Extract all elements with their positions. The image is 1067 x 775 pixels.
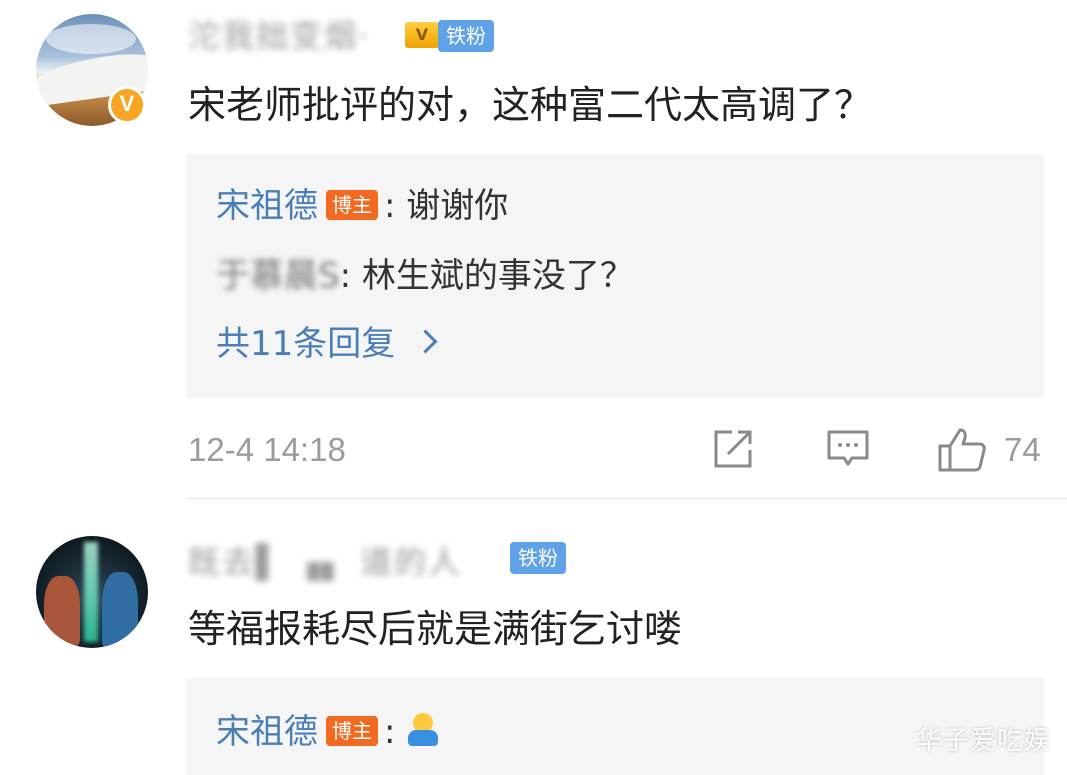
fan-badge[interactable]: 铁粉 [438, 20, 494, 52]
timestamp: 12-4 14:18 [188, 431, 346, 468]
like-button[interactable] [936, 426, 988, 474]
comment-divider [186, 498, 1067, 499]
reply-text: 林生斌的事没了？ [351, 256, 634, 296]
thumbs-up-icon [938, 428, 986, 472]
reply-item[interactable]: 于慕晨S: 林生斌的事没了？ [216, 252, 634, 300]
host-badge: 博主 [326, 189, 378, 220]
reply-author[interactable]: 于慕晨S [216, 252, 340, 300]
reply-preview-box[interactable]: 宋祖德 博主: 谢谢你 于慕晨S: 林生斌的事没了？ 共11条回复 [186, 154, 1044, 398]
reply-colon: : [384, 186, 396, 226]
reply-item[interactable]: 宋祖德 博主: 谢谢你 [216, 182, 508, 230]
reply-item[interactable]: 宋祖德 博主: [216, 708, 440, 756]
avatar-image [102, 572, 138, 648]
chevron-right-icon [413, 329, 438, 354]
like-count: 74 [1004, 431, 1041, 468]
reply-colon: : [339, 256, 352, 296]
crown-icon: V [405, 22, 439, 48]
more-replies-label[interactable]: 共11条回复 [216, 324, 395, 364]
reply-text: 谢谢你 [395, 186, 509, 226]
username[interactable]: 沱我拙变烟· [188, 14, 370, 58]
comment-icon [827, 430, 869, 466]
avatar-image [46, 24, 136, 54]
share-button[interactable] [712, 426, 756, 474]
more-replies-link[interactable]: 共11条回复 [216, 320, 438, 368]
comment-button[interactable] [826, 426, 870, 474]
comment-text: 等福报耗尽后就是满街乞讨喽 [188, 607, 683, 651]
verified-badge-icon: V [108, 86, 146, 124]
avatar-image [84, 542, 98, 642]
reply-colon: : [384, 712, 396, 752]
avatar[interactable] [36, 536, 148, 648]
share-icon [714, 430, 752, 468]
fan-badge[interactable]: 铁粉 [510, 542, 566, 574]
reply-author[interactable]: 宋祖德 [216, 712, 318, 752]
avatar-image [44, 576, 80, 646]
username[interactable]: 既去▌ ▗▖ 道的人 [188, 540, 462, 584]
hug-emoji-icon [406, 712, 440, 747]
watermark: 华子爱吃娱 [915, 726, 1051, 756]
host-badge: 博主 [326, 715, 378, 746]
reply-author[interactable]: 宋祖德 [216, 186, 318, 226]
comment-text: 宋老师批评的对，这种富二代太高调了？ [188, 83, 873, 127]
